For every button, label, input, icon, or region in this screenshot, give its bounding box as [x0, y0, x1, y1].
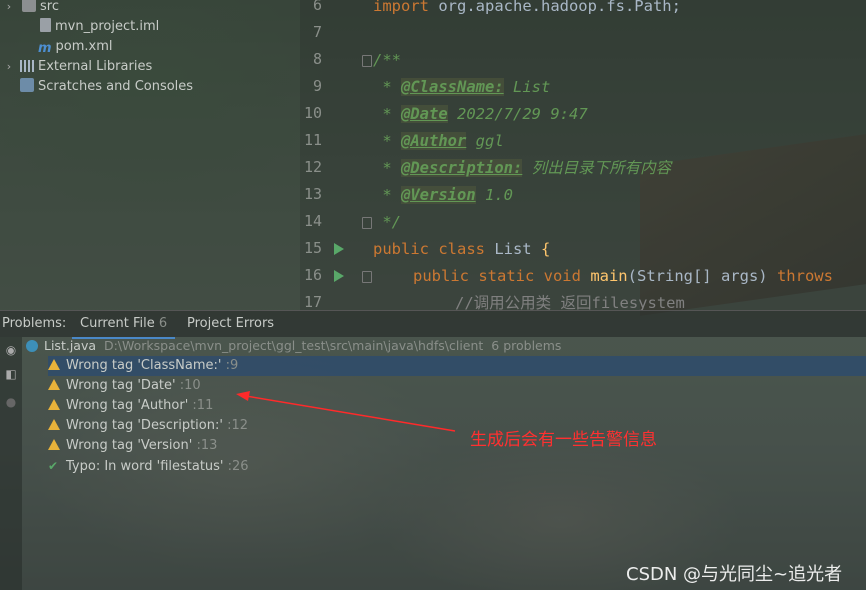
watermark: CSDN @与光同尘~追光者	[626, 564, 843, 585]
annotation-text: 生成后会有一些告警信息	[470, 430, 657, 450]
annotation-arrow	[236, 391, 456, 432]
